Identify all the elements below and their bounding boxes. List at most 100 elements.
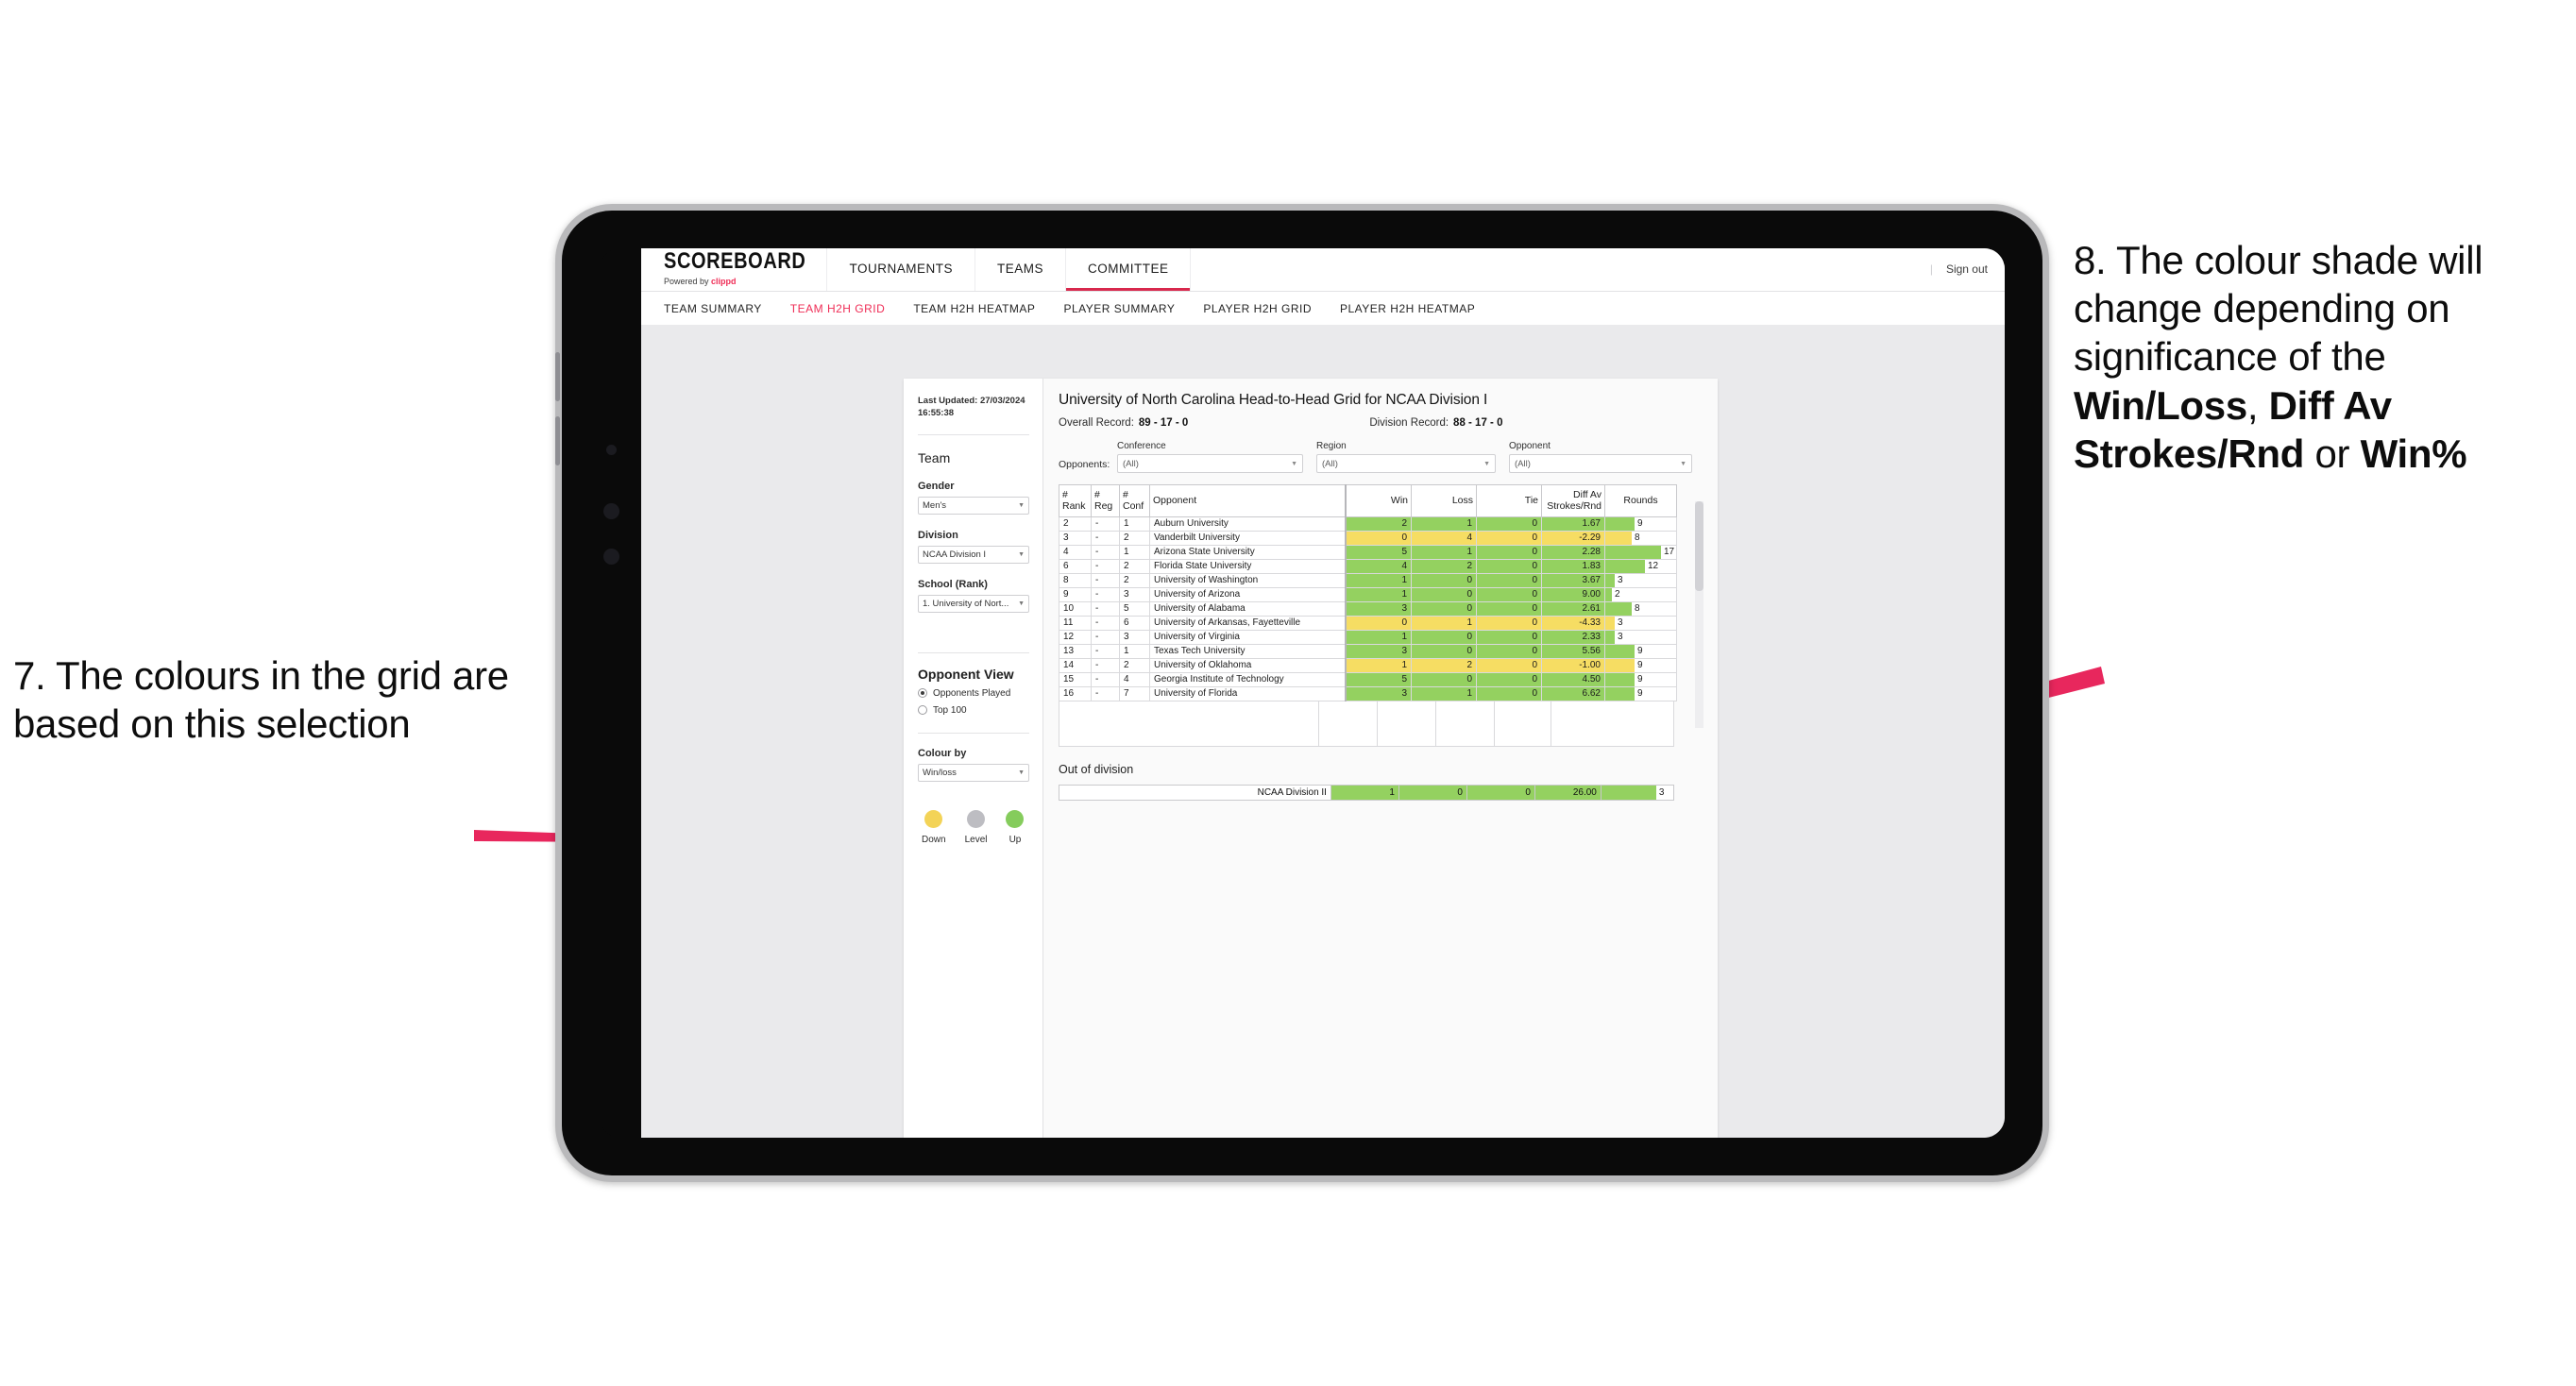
cell-tie: 0 <box>1466 784 1535 801</box>
divider <box>918 651 1029 653</box>
cell-loss: 0 <box>1411 629 1477 645</box>
visualization-body: Last Updated: 27/03/2024 16:55:38 Team G… <box>904 379 1718 1138</box>
grid-vertical-scrollbar[interactable] <box>1695 501 1703 728</box>
volume-down-button[interactable] <box>555 416 560 465</box>
subnav-item-player-h2h-grid[interactable]: PLAYER H2H GRID <box>1203 302 1312 315</box>
cell-rounds: 3 <box>1604 615 1677 631</box>
table-row[interactable]: 6-2 Florida State University 4 2 0 1.83 12 <box>1059 558 1677 574</box>
subnav-item-team-h2h-heatmap[interactable]: TEAM H2H HEATMAP <box>913 302 1035 315</box>
opponent-filter: Opponent (All) ▼ <box>1509 441 1692 473</box>
cell-diff: 1.67 <box>1541 516 1605 532</box>
division-select[interactable]: NCAA Division I ▼ <box>918 545 1029 564</box>
rounds-value: 3 <box>1658 786 1665 798</box>
out-of-division-row[interactable]: NCAA Division II 1 0 0 26.00 3 <box>1059 784 1675 801</box>
topnav-item-tournaments[interactable]: TOURNAMENTS <box>827 248 975 291</box>
subnav-item-team-h2h-grid[interactable]: TEAM H2H GRID <box>790 302 886 315</box>
colour-by-select[interactable]: Win/loss ▼ <box>918 763 1029 782</box>
sensor-secondary-icon <box>603 549 619 565</box>
cell-loss: 0 <box>1411 572 1477 588</box>
table-row[interactable]: 16-7 University of Florida 3 1 0 6.62 9 <box>1059 685 1677 701</box>
brand-logo[interactable]: SCOREBOARD Powered by clippd <box>641 248 828 291</box>
cell-reg: - <box>1091 516 1120 532</box>
rounds-bar <box>1605 631 1615 644</box>
table-row[interactable]: 3-2 Vanderbilt University 0 4 0 -2.29 8 <box>1059 530 1677 546</box>
col-opponent: Opponent <box>1149 484 1347 517</box>
rounds-bar <box>1605 588 1612 601</box>
cell-tie: 0 <box>1476 586 1542 602</box>
overall-record-value: 89 - 17 - 0 <box>1138 417 1189 429</box>
opponent-select[interactable]: (All) ▼ <box>1509 454 1692 473</box>
sign-out-link[interactable]: Sign out <box>1946 262 1988 276</box>
gender-label: Gender <box>918 480 955 492</box>
cell-reg: - <box>1091 600 1120 617</box>
scrollbar-thumb[interactable] <box>1695 501 1703 591</box>
h2h-grid-header: # Rank # Reg # Conf Opponent Win Loss Tie D… <box>1059 484 1677 517</box>
cell-conf: 3 <box>1119 586 1150 602</box>
division-record-label: Division Record: <box>1369 417 1449 429</box>
cell-rank: 4 <box>1059 544 1092 560</box>
rounds-value: 8 <box>1635 532 1640 543</box>
rounds-bar <box>1605 659 1635 672</box>
cell-conf: 1 <box>1119 643 1150 659</box>
table-row[interactable]: 2-1 Auburn University 2 1 0 1.67 9 <box>1059 516 1677 532</box>
school-select[interactable]: 1. University of Nort... ▼ <box>918 594 1029 613</box>
cell-rank: 15 <box>1059 671 1092 687</box>
table-row[interactable]: 4-1 Arizona State University 5 1 0 2.28 17 <box>1059 544 1677 560</box>
rounds-value: 8 <box>1635 602 1640 614</box>
radio-opponents-played[interactable]: Opponents Played <box>918 688 1029 699</box>
cell-rounds: 8 <box>1604 600 1677 617</box>
cell-conf: 4 <box>1119 671 1150 687</box>
legend-item-up: Up <box>1006 809 1025 845</box>
cell-opponent: University of Virginia <box>1149 629 1347 645</box>
legend-label-level: Level <box>964 834 988 845</box>
table-header-row: # Rank # Reg # Conf Opponent Win Loss Tie D… <box>1059 484 1677 517</box>
tablet-device-frame: SCOREBOARD Powered by clippd TOURNAMENTS… <box>555 204 2049 1182</box>
table-row[interactable]: 13-1 Texas Tech University 3 0 0 5.56 9 <box>1059 643 1677 659</box>
division-record: Division Record: 88 - 17 - 0 <box>1369 417 1502 429</box>
col-conf-l1: # <box>1123 489 1128 500</box>
cell-rounds: 3 <box>1604 572 1677 588</box>
table-row[interactable]: 10-5 University of Alabama 3 0 0 2.61 8 <box>1059 600 1677 617</box>
region-caption: Region <box>1316 441 1347 451</box>
col-conf: # Conf <box>1119 484 1150 517</box>
subnav-item-player-summary[interactable]: PLAYER SUMMARY <box>1063 302 1175 315</box>
table-row[interactable]: 8-2 University of Washington 1 0 0 3.67 3 <box>1059 572 1677 588</box>
annotation-8-segment-4: or <box>2304 431 2361 476</box>
col-diff-l1: Diff Av <box>1573 489 1602 500</box>
conference-select[interactable]: (All) ▼ <box>1117 454 1303 473</box>
divider <box>918 433 1029 435</box>
cell-diff: 1.83 <box>1541 558 1605 574</box>
cell-win: 2 <box>1345 516 1412 532</box>
subnav-item-team-summary[interactable]: TEAM SUMMARY <box>664 302 762 315</box>
table-row[interactable]: 14-2 University of Oklahoma 1 2 0 -1.00 9 <box>1059 657 1677 673</box>
region-select[interactable]: (All) ▼ <box>1316 454 1496 473</box>
table-row[interactable]: 15-4 Georgia Institute of Technology 5 0 0 4.… <box>1059 671 1677 687</box>
topnav-item-committee[interactable]: COMMITTEE <box>1065 248 1192 291</box>
legend-dot-down <box>924 809 943 828</box>
colour-legend: Down Level Up <box>918 809 1029 845</box>
table-row[interactable]: 9-3 University of Arizona 1 0 0 9.00 2 <box>1059 586 1677 602</box>
subnav-item-player-h2h-heatmap[interactable]: PLAYER H2H HEATMAP <box>1340 302 1475 315</box>
conference-select-value: (All) <box>1123 458 1139 469</box>
cell-reg: - <box>1091 530 1120 546</box>
cell-rounds: 9 <box>1604 516 1677 532</box>
table-row[interactable]: 12-3 University of Virginia 1 0 0 2.33 3 <box>1059 629 1677 645</box>
tablet-screen: SCOREBOARD Powered by clippd TOURNAMENTS… <box>600 248 2005 1138</box>
cell-tie: 0 <box>1476 516 1542 532</box>
topnav-item-teams[interactable]: TEAMS <box>975 248 1066 291</box>
cell-rounds: 9 <box>1604 685 1677 701</box>
cell-win: 1 <box>1345 629 1412 645</box>
gender-select[interactable]: Men's ▼ <box>918 496 1029 515</box>
cell-diff: 5.56 <box>1541 643 1605 659</box>
divider <box>918 732 1029 734</box>
h2h-grid-wrapper: # Rank # Reg # Conf Opponent Win Loss Tie D… <box>1059 484 1703 747</box>
opponent-filter-row: Opponents: Conference (All) ▼ Region (Al… <box>1059 441 1703 473</box>
topnav-right-group: | Sign out <box>1930 248 2005 291</box>
rounds-value: 2 <box>1615 588 1620 600</box>
table-row[interactable]: 11-6 University of Arkansas, Fayetteville… <box>1059 615 1677 631</box>
col-tie: Tie <box>1476 484 1542 517</box>
radio-top-100[interactable]: Top 100 <box>918 705 1029 716</box>
cell-opponent: Georgia Institute of Technology <box>1149 671 1347 687</box>
volume-up-button[interactable] <box>555 352 560 401</box>
school-select-value: 1. University of Nort... <box>923 598 1009 609</box>
